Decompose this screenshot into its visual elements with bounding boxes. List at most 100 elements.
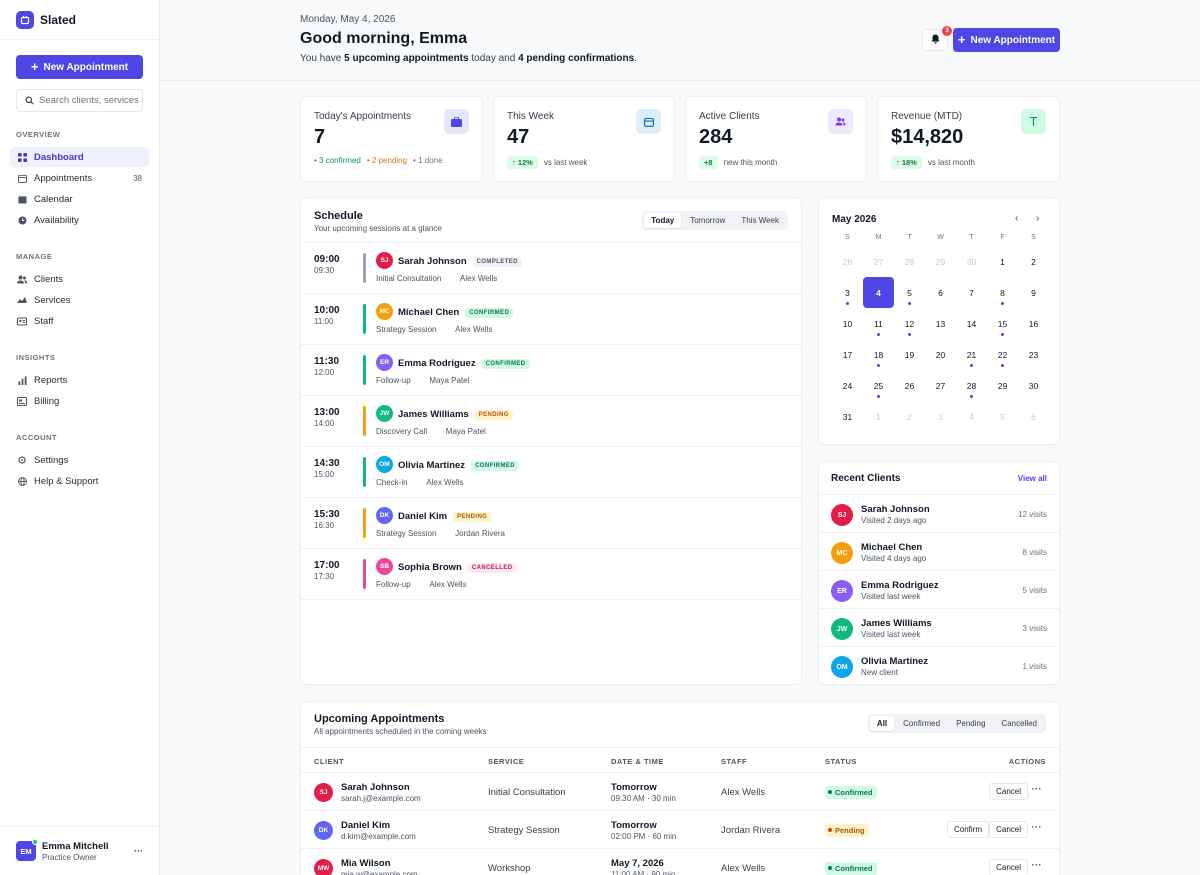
- calendar-day[interactable]: 6: [1018, 401, 1049, 432]
- calendar-day[interactable]: 5: [894, 277, 925, 308]
- schedule-row[interactable]: 14:30 15:00 OM Olivia Martinez CONFIRMED Chec…: [301, 447, 801, 498]
- schedule-row[interactable]: 09:00 09:30 SJ Sarah Johnson COMPLETED Initia…: [301, 243, 801, 294]
- calendar-day[interactable]: 9: [1018, 277, 1049, 308]
- sidebar-item-clients[interactable]: Clients: [10, 269, 149, 289]
- column-service[interactable]: SERVICE: [488, 757, 524, 766]
- calendar-day-selected[interactable]: 4: [863, 277, 894, 308]
- recent-client-row[interactable]: ER Emma Rodriguez Visited last week 5 visit…: [819, 570, 1059, 608]
- recent-client-row[interactable]: MC Michael Chen Visited 4 days ago 8 visits: [819, 532, 1059, 570]
- column-client[interactable]: CLIENT: [314, 757, 344, 766]
- sidebar-item-billing[interactable]: Billing: [10, 391, 149, 411]
- sidebar-item-settings[interactable]: ⚙ Settings: [10, 450, 149, 470]
- sidebar-item-staff[interactable]: Staff: [10, 311, 149, 331]
- calendar-day[interactable]: 16: [1018, 308, 1049, 339]
- cancel-button[interactable]: Cancel: [989, 859, 1028, 875]
- calendar-day[interactable]: 4: [956, 401, 987, 432]
- sidebar-item-services[interactable]: Services: [10, 290, 149, 310]
- filter-all[interactable]: All: [869, 716, 895, 731]
- filter-confirmed[interactable]: Confirmed: [896, 716, 947, 731]
- calendar-day[interactable]: 25: [863, 370, 894, 401]
- calendar-prev-button[interactable]: ‹: [1015, 213, 1018, 224]
- calendar-day[interactable]: 19: [894, 339, 925, 370]
- calendar-day[interactable]: 22: [987, 339, 1018, 370]
- client-name: Sarah Johnson: [861, 504, 930, 515]
- new-appointment-button[interactable]: + New Appointment: [953, 28, 1060, 52]
- tab-this-week[interactable]: This Week: [734, 213, 786, 228]
- avatar-initials: EM: [20, 846, 32, 856]
- sidebar-item-help[interactable]: Help & Support: [10, 471, 149, 491]
- calendar-day[interactable]: 21: [956, 339, 987, 370]
- avatar: ER: [376, 354, 393, 371]
- calendar-day[interactable]: 27: [925, 370, 956, 401]
- calendar-day[interactable]: 29: [925, 246, 956, 277]
- calendar-day[interactable]: 18: [863, 339, 894, 370]
- notifications-button[interactable]: 3: [922, 26, 952, 51]
- calendar-day[interactable]: 30: [1018, 370, 1049, 401]
- calendar-day[interactable]: 3: [925, 401, 956, 432]
- row-actions-menu-button[interactable]: ···: [1032, 784, 1043, 794]
- schedule-row[interactable]: 13:00 14:00 JW James Williams PENDING Discove…: [301, 396, 801, 447]
- avatar: OM: [831, 656, 853, 678]
- schedule-row[interactable]: 17:00 17:30 SB Sophia Brown CANCELLED Follow-…: [301, 549, 801, 600]
- calendar-day[interactable]: 31: [832, 401, 863, 432]
- calendar-day[interactable]: 1: [987, 246, 1018, 277]
- tab-tomorrow[interactable]: Tomorrow: [683, 213, 732, 228]
- cancel-button[interactable]: Cancel: [989, 783, 1028, 800]
- calendar-day[interactable]: 2: [1018, 246, 1049, 277]
- calendar-day[interactable]: 6: [925, 277, 956, 308]
- column-staff[interactable]: STAFF: [721, 757, 747, 766]
- calendar-day[interactable]: 5: [987, 401, 1018, 432]
- sidebar-item-reports[interactable]: Reports: [10, 370, 149, 390]
- calendar-day[interactable]: 24: [832, 370, 863, 401]
- calendar-day[interactable]: 8: [987, 277, 1018, 308]
- schedule-row[interactable]: 10:00 11:00 MC Michael Chen CONFIRMED Strateg…: [301, 294, 801, 345]
- row-actions-menu-button[interactable]: ···: [1032, 860, 1043, 870]
- schedule-row[interactable]: 15:30 16:30 DK Daniel Kim PENDING Strategy Se…: [301, 498, 801, 549]
- calendar-day[interactable]: 28: [894, 246, 925, 277]
- confirm-button[interactable]: Confirm: [946, 821, 989, 838]
- tab-today[interactable]: Today: [644, 213, 682, 228]
- calendar-day[interactable]: 17: [832, 339, 863, 370]
- schedule-row[interactable]: 11:30 12:00 ER Emma Rodriguez CONFIRMED Follo…: [301, 345, 801, 396]
- sidebar-item-availability[interactable]: Availability: [10, 210, 149, 230]
- user-profile[interactable]: EM Emma Mitchell Practice Owner ···: [0, 826, 159, 875]
- calendar-day[interactable]: 1: [863, 401, 894, 432]
- column-status[interactable]: STATUS: [825, 757, 857, 766]
- calendar-day[interactable]: 29: [987, 370, 1018, 401]
- sidebar-item-dashboard[interactable]: Dashboard: [10, 147, 149, 167]
- calendar-day[interactable]: 23: [1018, 339, 1049, 370]
- row-actions-menu-button[interactable]: ···: [1032, 822, 1043, 832]
- calendar-day[interactable]: 26: [832, 246, 863, 277]
- calendar-day[interactable]: 12: [894, 308, 925, 339]
- calendar-day[interactable]: 7: [956, 277, 987, 308]
- calendar-day[interactable]: 3: [832, 277, 863, 308]
- brand[interactable]: Slated: [0, 0, 159, 40]
- calendar-next-button[interactable]: ›: [1036, 213, 1039, 224]
- sidebar-search[interactable]: [16, 89, 143, 112]
- calendar-day[interactable]: 28: [956, 370, 987, 401]
- calendar-day[interactable]: 11: [863, 308, 894, 339]
- sidebar-item-calendar[interactable]: Calendar: [10, 189, 149, 209]
- column-datetime[interactable]: DATE & TIME: [611, 757, 664, 766]
- calendar-day[interactable]: 2: [894, 401, 925, 432]
- search-input[interactable]: [39, 95, 139, 106]
- calendar-day[interactable]: 30: [956, 246, 987, 277]
- user-menu-button[interactable]: ···: [134, 846, 143, 856]
- calendar-day[interactable]: 10: [832, 308, 863, 339]
- recent-client-row[interactable]: SJ Sarah Johnson Visited 2 days ago 12 visi…: [819, 494, 1059, 532]
- filter-pending[interactable]: Pending: [949, 716, 992, 731]
- view-all-link[interactable]: View all: [1018, 474, 1047, 483]
- calendar-day[interactable]: 14: [956, 308, 987, 339]
- calendar-day[interactable]: 27: [863, 246, 894, 277]
- recent-client-row[interactable]: OM Olivia Martinez New client 1 visits: [819, 646, 1059, 684]
- calendar-day[interactable]: 26: [894, 370, 925, 401]
- filter-cancelled[interactable]: Cancelled: [994, 716, 1044, 731]
- calendar-day[interactable]: 15: [987, 308, 1018, 339]
- sidebar-new-appointment-button[interactable]: + New Appointment: [16, 55, 143, 79]
- summary-text: today and: [468, 53, 519, 64]
- sidebar-item-appointments[interactable]: Appointments 38: [10, 168, 149, 188]
- calendar-day[interactable]: 20: [925, 339, 956, 370]
- calendar-day[interactable]: 13: [925, 308, 956, 339]
- cancel-button[interactable]: Cancel: [989, 821, 1028, 838]
- recent-client-row[interactable]: JW James Williams Visited last week 3 visit…: [819, 608, 1059, 646]
